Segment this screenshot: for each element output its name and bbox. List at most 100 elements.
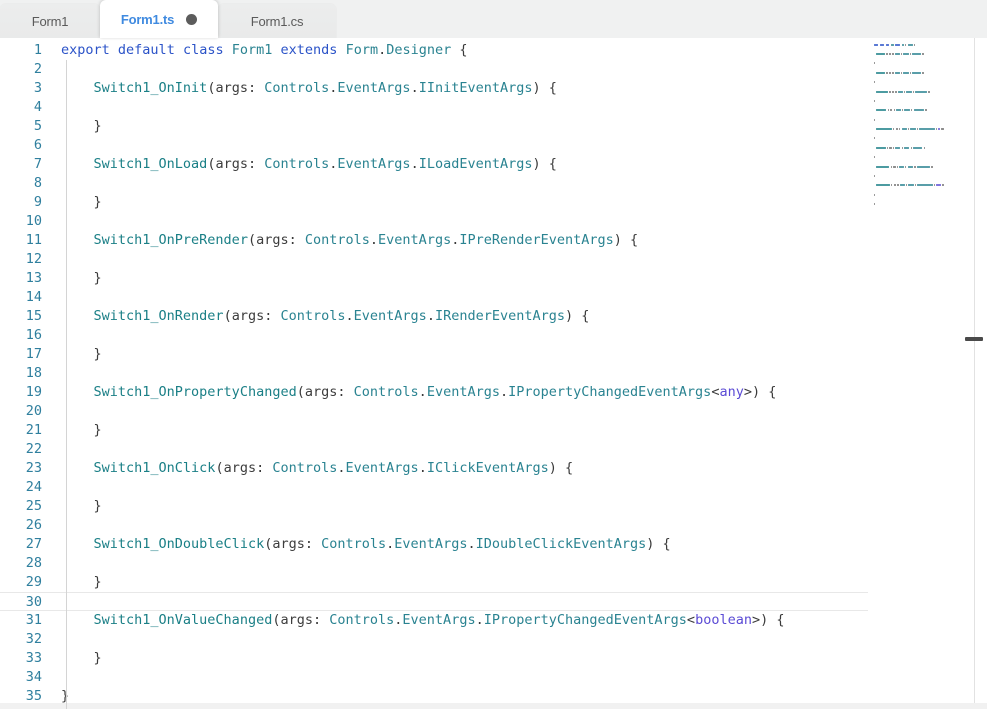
code-line[interactable]: 22 bbox=[0, 440, 868, 459]
minimap-line bbox=[874, 151, 969, 154]
minimap-token bbox=[896, 128, 898, 130]
code-line[interactable]: 18 bbox=[0, 364, 868, 383]
overview-ruler[interactable] bbox=[974, 38, 975, 709]
code-line[interactable]: 31 Switch1_OnValueChanged(args: Controls… bbox=[0, 611, 868, 630]
minimap-line bbox=[874, 85, 969, 88]
code-line[interactable]: 17 } bbox=[0, 345, 868, 364]
code-line[interactable]: 21 } bbox=[0, 421, 868, 440]
code-line[interactable]: 19 Switch1_OnPropertyChanged(args: Contr… bbox=[0, 383, 868, 402]
code-line[interactable]: 25 } bbox=[0, 497, 868, 516]
code-line[interactable]: 29 } bbox=[0, 573, 868, 592]
code-token: } bbox=[61, 498, 102, 514]
code-token: < bbox=[687, 612, 695, 628]
line-number: 6 bbox=[0, 136, 52, 155]
minimap-token bbox=[924, 147, 926, 149]
line-number: 24 bbox=[0, 478, 52, 497]
code-line[interactable]: 12 bbox=[0, 250, 868, 269]
code-line-text: } bbox=[52, 117, 868, 136]
minimap-token bbox=[896, 109, 901, 111]
code-token: args bbox=[215, 156, 248, 172]
code-token bbox=[61, 156, 94, 172]
code-token: ILoadEventArgs bbox=[419, 156, 533, 172]
code-line[interactable]: 26 bbox=[0, 516, 868, 535]
code-line-text: export default class Form1 extends Form.… bbox=[52, 41, 868, 60]
minimap[interactable] bbox=[868, 38, 987, 709]
tab-form1-ts[interactable]: Form1.ts bbox=[100, 0, 218, 38]
code-line[interactable]: 13 } bbox=[0, 269, 868, 288]
code-line[interactable]: 1export default class Form1 extends Form… bbox=[0, 41, 868, 60]
minimap-line bbox=[874, 43, 969, 46]
code-line[interactable]: 5 } bbox=[0, 117, 868, 136]
code-token: } bbox=[61, 194, 102, 210]
minimap-token bbox=[895, 44, 899, 46]
code-line[interactable]: 3 Switch1_OnInit(args: Controls.EventArg… bbox=[0, 79, 868, 98]
minimap-token bbox=[897, 166, 898, 168]
code-token: : bbox=[256, 460, 272, 476]
minimap-line bbox=[874, 174, 969, 177]
code-line[interactable]: 15 Switch1_OnRender(args: Controls.Event… bbox=[0, 307, 868, 326]
code-token bbox=[61, 612, 94, 628]
minimap-token bbox=[908, 128, 909, 130]
minimap-token bbox=[938, 128, 940, 130]
code-line[interactable]: 11 Switch1_OnPreRender(args: Controls.Ev… bbox=[0, 231, 868, 250]
line-number: 20 bbox=[0, 402, 52, 421]
minimap-token bbox=[911, 147, 912, 149]
code-line-text: Switch1_OnDoubleClick(args: Controls.Eve… bbox=[52, 535, 868, 554]
code-line[interactable]: 34 bbox=[0, 668, 868, 687]
code-token bbox=[110, 42, 118, 58]
minimap-token bbox=[874, 119, 875, 121]
minimap-token bbox=[874, 156, 875, 158]
code-editor-surface[interactable]: 1export default class Form1 extends Form… bbox=[0, 38, 868, 709]
code-token: ( bbox=[224, 308, 232, 324]
code-line[interactable]: 33 } bbox=[0, 649, 868, 668]
code-line[interactable]: 14 bbox=[0, 288, 868, 307]
minimap-token bbox=[891, 184, 892, 186]
code-line-text bbox=[52, 288, 868, 307]
minimap-token bbox=[874, 44, 878, 46]
code-line[interactable]: 16 bbox=[0, 326, 868, 345]
code-line[interactable]: 9 } bbox=[0, 193, 868, 212]
code-token: Controls bbox=[264, 80, 329, 96]
code-line[interactable]: 4 bbox=[0, 98, 868, 117]
line-number: 2 bbox=[0, 60, 52, 79]
minimap-token bbox=[912, 72, 921, 74]
code-line[interactable]: 6 bbox=[0, 136, 868, 155]
tab-form1-cs[interactable]: Form1.cs bbox=[218, 4, 336, 38]
code-line[interactable]: 24 bbox=[0, 478, 868, 497]
scrollbar-marker[interactable] bbox=[965, 337, 983, 341]
code-line-text: } bbox=[52, 497, 868, 516]
minimap-token bbox=[917, 184, 933, 186]
minimap-token bbox=[889, 91, 890, 93]
minimap-token bbox=[914, 44, 915, 46]
code-line[interactable]: 8 bbox=[0, 174, 868, 193]
minimap-token bbox=[910, 72, 911, 74]
tab-form1[interactable]: Form1 bbox=[0, 4, 100, 38]
minimap-token bbox=[908, 44, 913, 46]
minimap-token bbox=[936, 128, 937, 130]
minimap-token bbox=[895, 91, 896, 93]
tab-label: Form1.cs bbox=[251, 14, 304, 29]
unsaved-changes-dot-icon[interactable] bbox=[186, 14, 197, 25]
minimap-token bbox=[910, 128, 916, 130]
code-line[interactable]: 27 Switch1_OnDoubleClick(args: Controls.… bbox=[0, 535, 868, 554]
code-token: : bbox=[313, 612, 329, 628]
code-line[interactable]: 7 Switch1_OnLoad(args: Controls.EventArg… bbox=[0, 155, 868, 174]
code-token: IInitEventArgs bbox=[419, 80, 533, 96]
minimap-token bbox=[917, 166, 930, 168]
code-line[interactable]: 20 bbox=[0, 402, 868, 421]
minimap-token bbox=[941, 128, 943, 130]
code-line[interactable]: 30 bbox=[0, 592, 868, 611]
code-line[interactable]: 10 bbox=[0, 212, 868, 231]
code-line[interactable]: 23 Switch1_OnClick(args: Controls.EventA… bbox=[0, 459, 868, 478]
code-line-text: Switch1_OnClick(args: Controls.EventArgs… bbox=[52, 459, 868, 478]
code-token: Controls bbox=[305, 232, 370, 248]
code-line[interactable]: 2 bbox=[0, 60, 868, 79]
code-line[interactable]: 32 bbox=[0, 630, 868, 649]
code-token: : bbox=[337, 384, 353, 400]
code-token: . bbox=[500, 384, 508, 400]
line-number: 30 bbox=[0, 593, 52, 610]
minimap-token bbox=[910, 53, 911, 55]
minimap-token bbox=[912, 53, 921, 55]
code-line[interactable]: 28 bbox=[0, 554, 868, 573]
minimap-token bbox=[895, 72, 900, 74]
